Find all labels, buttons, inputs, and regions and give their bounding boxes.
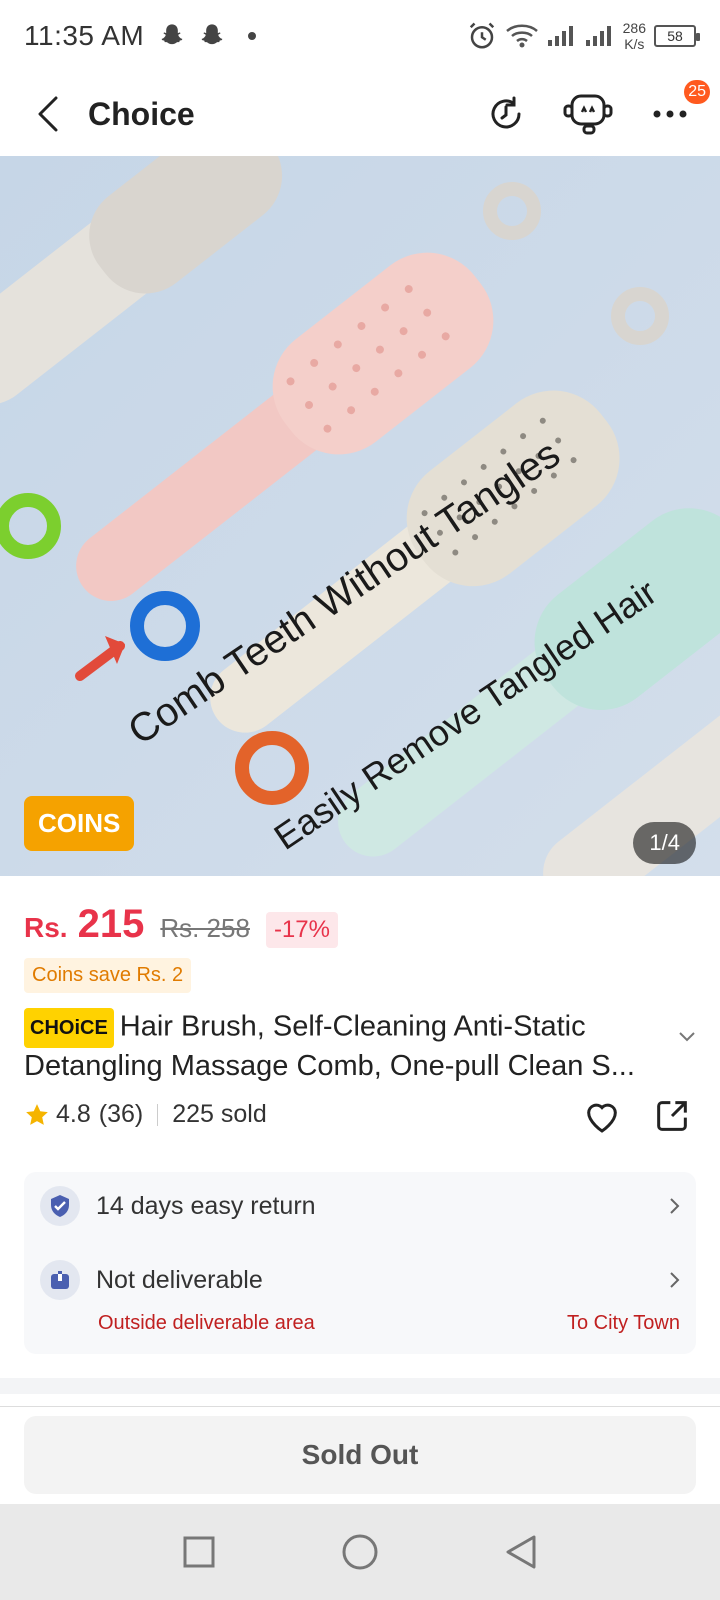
delivery-note: Outside deliverable area: [98, 1312, 315, 1334]
choice-tag: CHOiCE: [24, 1008, 114, 1048]
network-speed: 286 K/s: [623, 20, 646, 52]
delivery-details: Outside deliverable area To City Town: [98, 1312, 680, 1335]
expand-title-button[interactable]: [678, 1030, 696, 1048]
notification-icons: [158, 22, 257, 50]
review-count: (36): [98, 1100, 144, 1128]
status-right: 286 K/s 58: [467, 20, 700, 52]
discount-badge: -17%: [265, 912, 338, 948]
speed-value: 286: [622, 20, 646, 36]
back-button[interactable]: [24, 90, 72, 138]
hair-brush-photo: Comb Teeth Without Tangles Easily Remove…: [0, 156, 720, 876]
product-title[interactable]: CHOiCE Hair Brush, Self-Cleaning Anti-Sta…: [24, 1008, 674, 1084]
share-icon[interactable]: [652, 1096, 692, 1136]
recent-apps-icon[interactable]: [182, 1535, 216, 1569]
footer-divider: [0, 1406, 720, 1407]
rating-value: 4.8: [56, 1100, 91, 1128]
heart-icon[interactable]: [582, 1096, 622, 1136]
system-nav-bar: [0, 1504, 720, 1600]
speed-unit: K/s: [624, 36, 645, 52]
more-menu-button[interactable]: 25: [644, 80, 710, 140]
delivery-location[interactable]: To City Town: [567, 1312, 680, 1335]
battery-icon: 58: [654, 25, 700, 47]
star-icon: [26, 1103, 48, 1125]
page-title: Choice: [88, 95, 195, 132]
chevron-left-icon: [38, 96, 58, 132]
app-header: Choice 25: [0, 72, 720, 156]
snapchat-icon: [161, 24, 183, 45]
signal-icon-2: [585, 26, 611, 46]
status-bar: 11:35 AM 286 K/s 58: [0, 0, 720, 72]
product-image[interactable]: Comb Teeth Without Tangles Easily Remove…: [0, 156, 720, 876]
rating-row[interactable]: 4.8 (36) 225 sold: [24, 1100, 267, 1129]
service-info-card: 14 days easy return Not deliverable Outs…: [24, 1172, 696, 1354]
chevron-right-icon: [670, 1272, 680, 1288]
coins-badge: COINS: [24, 796, 135, 851]
signal-icon: [547, 26, 573, 46]
price-currency: Rs.: [24, 912, 68, 943]
image-counter: 1/4: [633, 822, 696, 864]
customer-service-button[interactable]: [562, 88, 614, 140]
current-price: 215: [77, 902, 145, 946]
alarm-icon: [469, 22, 494, 49]
delivery-label: Not deliverable: [96, 1265, 263, 1294]
ellipsis-icon: [653, 110, 687, 118]
wifi-icon: [505, 24, 538, 48]
home-icon[interactable]: [341, 1533, 379, 1571]
history-button[interactable]: [480, 88, 532, 140]
coins-save-tag: Coins save Rs. 2: [24, 958, 192, 993]
refresh-clock-icon: [491, 96, 521, 129]
support-agent-icon: [563, 94, 613, 135]
original-price: Rs. 258: [160, 913, 250, 943]
chevron-down-icon: [679, 1032, 695, 1042]
sold-count: 225 sold: [172, 1100, 267, 1128]
product-title-text: Hair Brush, Self-Cleaning Anti-Static De…: [24, 1010, 635, 1082]
header-actions: 25: [480, 80, 710, 140]
price-row: Rs. 215 Rs. 258 -17%: [24, 902, 338, 948]
status-time: 11:35 AM: [24, 20, 145, 51]
divider: [157, 1103, 159, 1126]
delivery-box-icon: [40, 1260, 80, 1300]
snapchat-icon-2: [201, 24, 223, 45]
product-actions: [582, 1096, 692, 1136]
delivery-row[interactable]: Not deliverable: [40, 1260, 680, 1300]
section-divider: [0, 1378, 720, 1394]
back-nav-icon[interactable]: [504, 1534, 538, 1570]
return-policy-row[interactable]: 14 days easy return: [40, 1186, 680, 1226]
shield-check-icon: [40, 1186, 80, 1226]
more-notifications-dot: [248, 32, 257, 40]
return-policy-label: 14 days easy return: [96, 1191, 316, 1220]
notification-badge: 25: [684, 80, 710, 104]
sold-out-button[interactable]: Sold Out: [24, 1416, 696, 1494]
chevron-right-icon: [670, 1198, 680, 1214]
